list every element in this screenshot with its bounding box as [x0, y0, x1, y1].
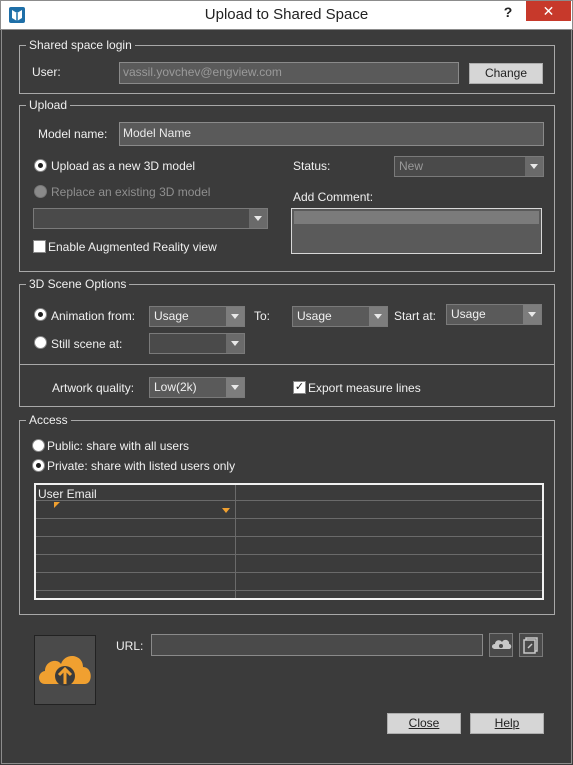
chevron-down-icon [369, 307, 387, 326]
comment-selection-highlight [294, 211, 539, 224]
table-row[interactable] [36, 501, 542, 518]
url-label: URL: [116, 639, 144, 653]
chevron-down-icon [226, 307, 244, 326]
user-email-column-header: User Email [38, 487, 97, 501]
login-group-title: Shared space login [26, 38, 135, 52]
start-at-label: Start at: [394, 309, 437, 323]
model-name-input[interactable]: Model Name [119, 122, 544, 146]
start-at-dropdown[interactable]: Usage [446, 304, 542, 325]
upload-group-title: Upload [26, 98, 71, 112]
access-group-title: Access [26, 413, 71, 427]
replace-model-label: Replace an existing 3D model [51, 185, 211, 199]
upload-button[interactable] [34, 635, 96, 705]
add-comment-label: Add Comment: [293, 190, 374, 204]
chevron-down-icon [523, 305, 541, 324]
url-field[interactable] [151, 634, 483, 656]
ar-label[interactable]: Enable Augmented Reality view [48, 240, 217, 254]
animation-from-label[interactable]: Animation from: [51, 309, 135, 323]
row-divider [36, 572, 542, 573]
private-radio[interactable] [32, 459, 45, 472]
status-dropdown[interactable]: New [394, 156, 544, 177]
public-label[interactable]: Public: share with all users [47, 439, 189, 453]
private-label[interactable]: Private: share with listed users only [47, 459, 235, 473]
animation-from-dropdown[interactable]: Usage [149, 306, 245, 327]
window-title: Upload to Shared Space [204, 6, 369, 23]
new-model-radio[interactable] [34, 159, 47, 172]
status-label: Status: [293, 159, 331, 173]
user-label: User: [32, 65, 61, 79]
new-model-label[interactable]: Upload as a new 3D model [51, 159, 195, 173]
status-value: New [399, 159, 424, 173]
artwork-quality-value: Low(2k) [154, 380, 197, 394]
start-at-value: Usage [451, 307, 486, 321]
copy-link-button[interactable] [519, 633, 543, 657]
link-icon [523, 637, 538, 654]
still-scene-radio[interactable] [34, 336, 47, 349]
cloud-eye-icon [492, 639, 512, 649]
replace-model-radio[interactable] [34, 185, 47, 198]
ar-checkbox[interactable] [33, 240, 46, 253]
scene-options-title: 3D Scene Options [26, 277, 130, 291]
row-divider [36, 518, 542, 519]
preview-button[interactable] [489, 633, 513, 657]
artwork-quality-dropdown[interactable]: Low(2k) [149, 377, 245, 398]
export-lines-checkbox[interactable]: ✓ [293, 381, 306, 394]
chevron-down-icon [226, 378, 244, 397]
chevron-down-icon [525, 157, 543, 176]
artwork-quality-label: Artwork quality: [52, 381, 135, 395]
row-divider [36, 536, 542, 537]
help-icon[interactable]: ? [500, 4, 516, 24]
close-button[interactable]: Close [387, 713, 461, 734]
to-label: To: [254, 309, 271, 323]
still-scene-label[interactable]: Still scene at: [51, 337, 122, 351]
change-button[interactable]: Change [469, 63, 543, 84]
chevron-down-icon [249, 209, 267, 228]
export-lines-label[interactable]: Export measure lines [308, 381, 421, 395]
existing-model-dropdown[interactable] [33, 208, 268, 229]
scene-divider [20, 364, 554, 365]
cloud-upload-icon [39, 656, 91, 686]
row-divider [36, 554, 542, 555]
row-divider [36, 590, 542, 591]
public-radio[interactable] [32, 439, 45, 452]
user-email-field: vassil.yovchev@engview.com [119, 62, 459, 84]
animation-radio[interactable] [34, 308, 47, 321]
animation-from-value: Usage [154, 309, 189, 323]
animation-to-value: Usage [297, 309, 332, 323]
chevron-down-icon [226, 334, 244, 353]
help-button[interactable]: Help [470, 713, 544, 734]
edit-marker-icon [54, 502, 60, 508]
animation-to-dropdown[interactable]: Usage [292, 306, 388, 327]
still-scene-dropdown[interactable] [149, 333, 245, 354]
model-name-label: Model name: [38, 127, 108, 141]
chevron-down-icon[interactable] [222, 508, 230, 513]
comment-textarea[interactable] [291, 208, 542, 254]
close-window-button[interactable]: ✕ [526, 1, 571, 21]
